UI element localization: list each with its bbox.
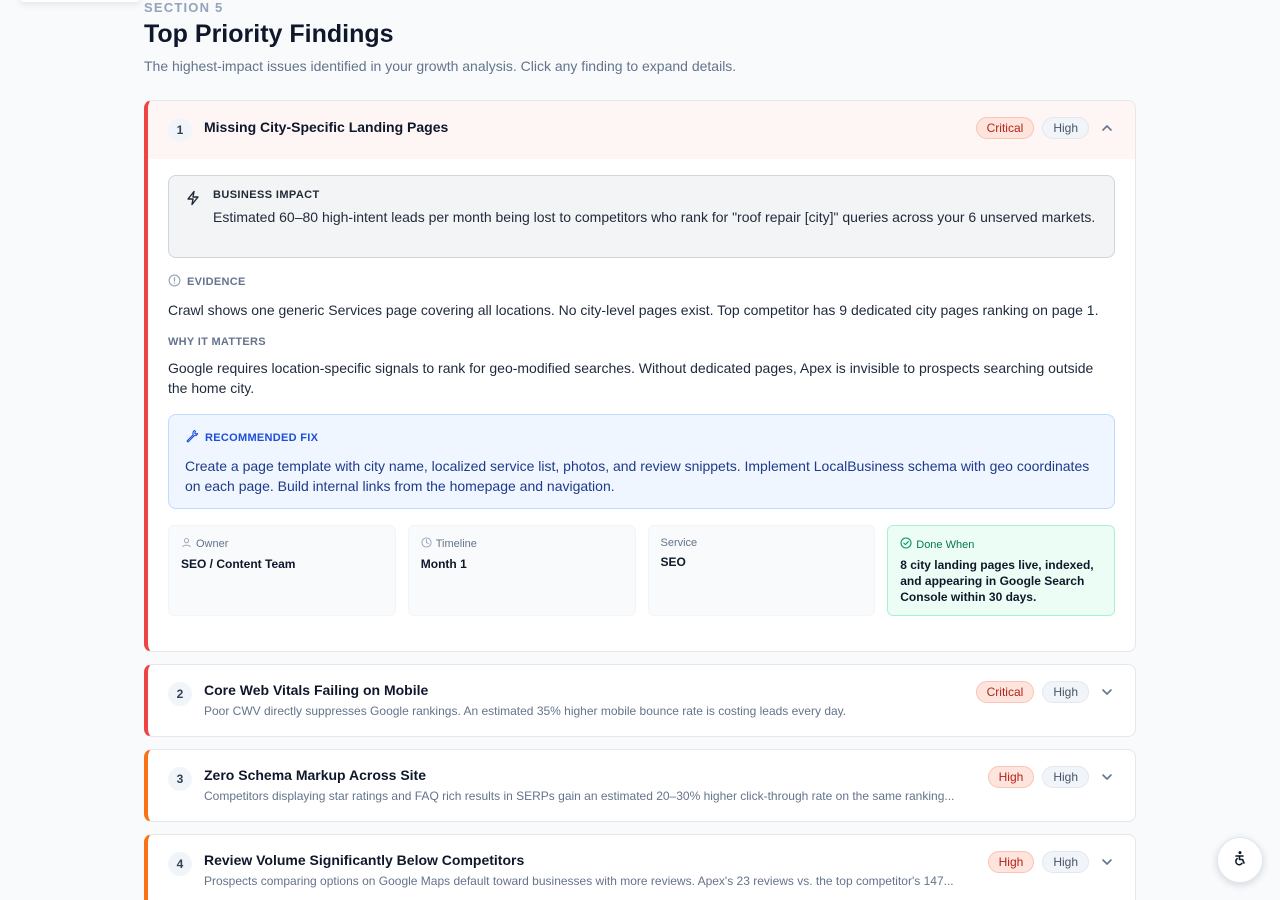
finding-summary: Prospects comparing options on Google Ma… bbox=[204, 874, 954, 888]
impact-text: Estimated 60–80 high-intent leads per mo… bbox=[213, 209, 1096, 225]
chevron-down-icon[interactable] bbox=[1099, 684, 1115, 700]
why-text: Google requires location-specific signal… bbox=[168, 360, 1094, 396]
done-label: Done When bbox=[916, 538, 975, 551]
finding-card-3[interactable]: 3 Zero Schema Markup Across Site Competi… bbox=[144, 749, 1136, 822]
accessibility-icon bbox=[1232, 850, 1248, 871]
why-section: WHY IT MATTERS Google requires location-… bbox=[168, 336, 1115, 398]
why-label: WHY IT MATTERS bbox=[168, 336, 266, 348]
section-eyebrow: SECTION 5 bbox=[144, 0, 224, 15]
owner-box: Owner SEO / Content Team bbox=[168, 525, 396, 616]
clock-icon bbox=[421, 537, 432, 551]
finding-meta: Owner SEO / Content Team Timeline Month … bbox=[168, 525, 1115, 616]
finding-title: Missing City-Specific Landing Pages bbox=[204, 119, 449, 135]
finding-summary: Competitors displaying star ratings and … bbox=[204, 789, 955, 803]
finding-title: Review Volume Significantly Below Compet… bbox=[204, 852, 525, 868]
evidence-section: EVIDENCE Crawl shows one generic Service… bbox=[168, 274, 1115, 320]
wrench-icon bbox=[185, 429, 199, 446]
evidence-text: Crawl shows one generic Services page co… bbox=[168, 302, 1099, 318]
impact-label: BUSINESS IMPACT bbox=[213, 189, 320, 201]
severity-badge: Critical bbox=[975, 681, 1035, 703]
finding-card-4[interactable]: 4 Review Volume Significantly Below Comp… bbox=[144, 834, 1136, 900]
page-subtitle: The highest-impact issues identified in … bbox=[144, 58, 737, 74]
service-box: Service SEO bbox=[647, 525, 876, 616]
recommended-fix-box: RECOMMENDED FIX Create a page template w… bbox=[168, 414, 1115, 509]
fix-text: Create a page template with city name, l… bbox=[185, 458, 1090, 494]
fix-label: RECOMMENDED FIX bbox=[205, 431, 319, 444]
chevron-down-icon[interactable] bbox=[1099, 854, 1115, 870]
effort-badge: High bbox=[1042, 117, 1089, 139]
service-value: SEO bbox=[660, 555, 686, 569]
finding-number: 4 bbox=[168, 852, 192, 876]
service-label: Service bbox=[660, 537, 698, 549]
finding-header-1[interactable]: 1 Missing City-Specific Landing Pages Cr… bbox=[148, 101, 1135, 159]
finding-card-2[interactable]: 2 Core Web Vitals Failing on Mobile Poor… bbox=[144, 664, 1136, 737]
timeline-box: Timeline Month 1 bbox=[407, 525, 636, 616]
finding-title: Core Web Vitals Failing on Mobile bbox=[204, 682, 429, 698]
severity-badge: Critical bbox=[975, 117, 1035, 139]
owner-label: Owner bbox=[196, 538, 229, 550]
timeline-value: Month 1 bbox=[420, 557, 467, 571]
lightning-icon bbox=[185, 190, 201, 211]
severity-badge: High bbox=[987, 851, 1035, 873]
chevron-down-icon[interactable] bbox=[1099, 769, 1115, 785]
finding-card-1: 1 Missing City-Specific Landing Pages Cr… bbox=[144, 100, 1136, 652]
finding-number: 2 bbox=[168, 682, 192, 706]
done-value: 8 city landing pages live, indexed, and … bbox=[900, 558, 1094, 604]
finding-number: 3 bbox=[168, 767, 192, 791]
finding-title: Zero Schema Markup Across Site bbox=[204, 767, 427, 783]
check-circle-icon bbox=[900, 537, 912, 552]
finding-summary: Poor CWV directly suppresses Google rank… bbox=[204, 704, 847, 718]
accessibility-button[interactable] bbox=[1217, 837, 1263, 883]
business-impact-box: BUSINESS IMPACT Estimated 60–80 high-int… bbox=[168, 175, 1115, 258]
owner-value: SEO / Content Team bbox=[181, 557, 296, 571]
user-icon bbox=[181, 537, 192, 551]
done-when-box: Done When 8 city landing pages live, ind… bbox=[887, 525, 1115, 616]
evidence-label: EVIDENCE bbox=[187, 276, 246, 288]
floating-panel-edge bbox=[20, 0, 140, 2]
page-title: Top Priority Findings bbox=[144, 20, 394, 48]
effort-badge: High bbox=[1042, 851, 1089, 873]
finding-number: 1 bbox=[168, 118, 192, 142]
alert-circle-icon bbox=[168, 274, 181, 290]
effort-badge: High bbox=[1042, 681, 1089, 703]
chevron-up-icon[interactable] bbox=[1099, 120, 1115, 136]
timeline-label: Timeline bbox=[435, 538, 477, 550]
effort-badge: High bbox=[1042, 766, 1089, 788]
severity-badge: High bbox=[987, 766, 1035, 788]
